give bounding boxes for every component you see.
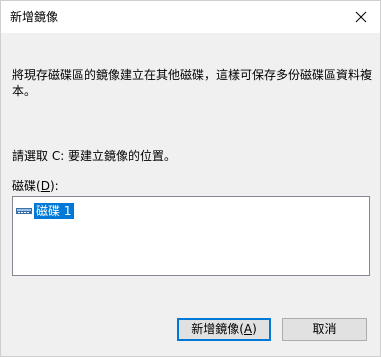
disk-item-label: 磁碟 1 — [34, 203, 75, 219]
description-text: 將現存磁碟區的鏡像建立在其他磁碟，這樣可保存多份磁碟區資料複本。 — [12, 68, 373, 98]
window-title: 新增鏡像 — [10, 10, 59, 24]
title-bar: 新增鏡像 — [1, 1, 380, 33]
list-item[interactable]: 磁碟 1 — [16, 203, 75, 219]
disk-icon — [16, 206, 32, 216]
add-mirror-button-mnemonic: A — [243, 322, 253, 336]
add-mirror-dialog: 新增鏡像 將現存磁碟區的鏡像建立在其他磁碟，這樣可保存多份磁碟區資料複本。 請選… — [0, 0, 381, 357]
disk-list-label-mnemonic: D — [40, 179, 50, 193]
cancel-button[interactable]: 取消 — [282, 318, 367, 341]
disk-list-label: 磁碟(D): — [12, 178, 59, 194]
add-mirror-button[interactable]: 新增鏡像(A) — [177, 318, 271, 341]
prompt-text: 請選取 C: 要建立鏡像的位置。 — [12, 149, 177, 163]
close-icon[interactable] — [348, 4, 374, 30]
disk-listbox[interactable]: 磁碟 1 — [12, 196, 370, 276]
disk-list-label-prefix: 磁碟( — [12, 179, 41, 193]
add-mirror-button-suffix: ) — [252, 322, 257, 336]
add-mirror-button-prefix: 新增鏡像( — [191, 322, 244, 336]
disk-list-label-suffix: ): — [49, 179, 59, 193]
